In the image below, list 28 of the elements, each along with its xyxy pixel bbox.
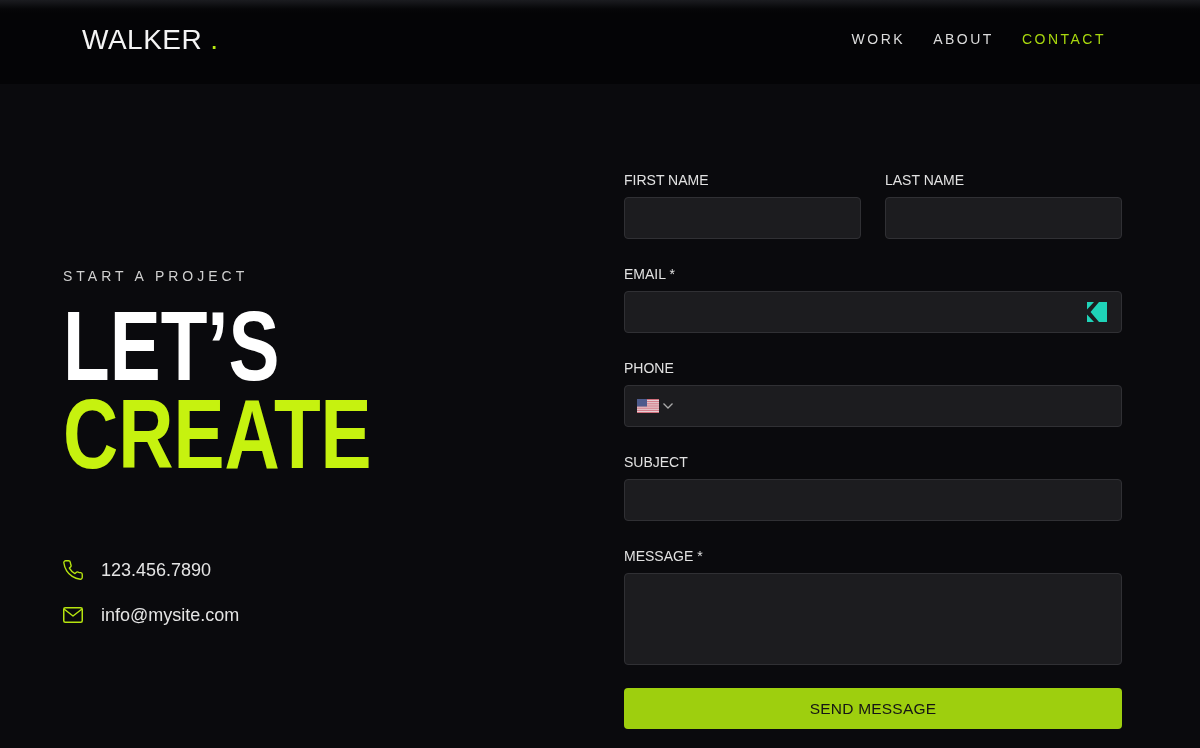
phone-field[interactable] — [624, 385, 1122, 427]
field-label: MESSAGE * — [624, 547, 703, 565]
text-field[interactable] — [624, 197, 861, 239]
text-field[interactable] — [624, 479, 1122, 521]
headline: CREATE — [63, 390, 372, 478]
field-label: EMAIL * — [624, 265, 675, 283]
send-message-button[interactable]: SEND MESSAGE — [624, 688, 1122, 729]
headline: LET’S — [63, 302, 280, 390]
phone-icon — [63, 560, 83, 580]
logo[interactable]: WALKER . — [82, 23, 219, 57]
country-select[interactable] — [637, 399, 673, 413]
email-address-link[interactable]: info@mysite.com — [101, 603, 240, 627]
field-label: SUBJECT — [624, 453, 688, 471]
field-label: PHONE — [624, 359, 674, 377]
text-field[interactable] — [885, 197, 1122, 239]
field-label: FIRST NAME — [624, 171, 709, 189]
email-field[interactable] — [624, 291, 1122, 333]
nav-link[interactable]: CONTACT — [1021, 30, 1106, 48]
chevron-down-icon — [663, 403, 673, 409]
nav-link[interactable]: WORK — [851, 30, 906, 48]
mail-icon — [63, 607, 83, 623]
nav-link[interactable]: ABOUT — [933, 30, 994, 48]
eyebrow-text: START A PROJECT — [63, 267, 249, 285]
message-field[interactable] — [624, 573, 1122, 665]
flag-icon — [637, 399, 659, 413]
letter-k-icon[interactable] — [1087, 302, 1107, 322]
field-label: LAST NAME — [885, 171, 965, 189]
phone-number-link[interactable]: 123.456.7890 — [101, 558, 212, 582]
